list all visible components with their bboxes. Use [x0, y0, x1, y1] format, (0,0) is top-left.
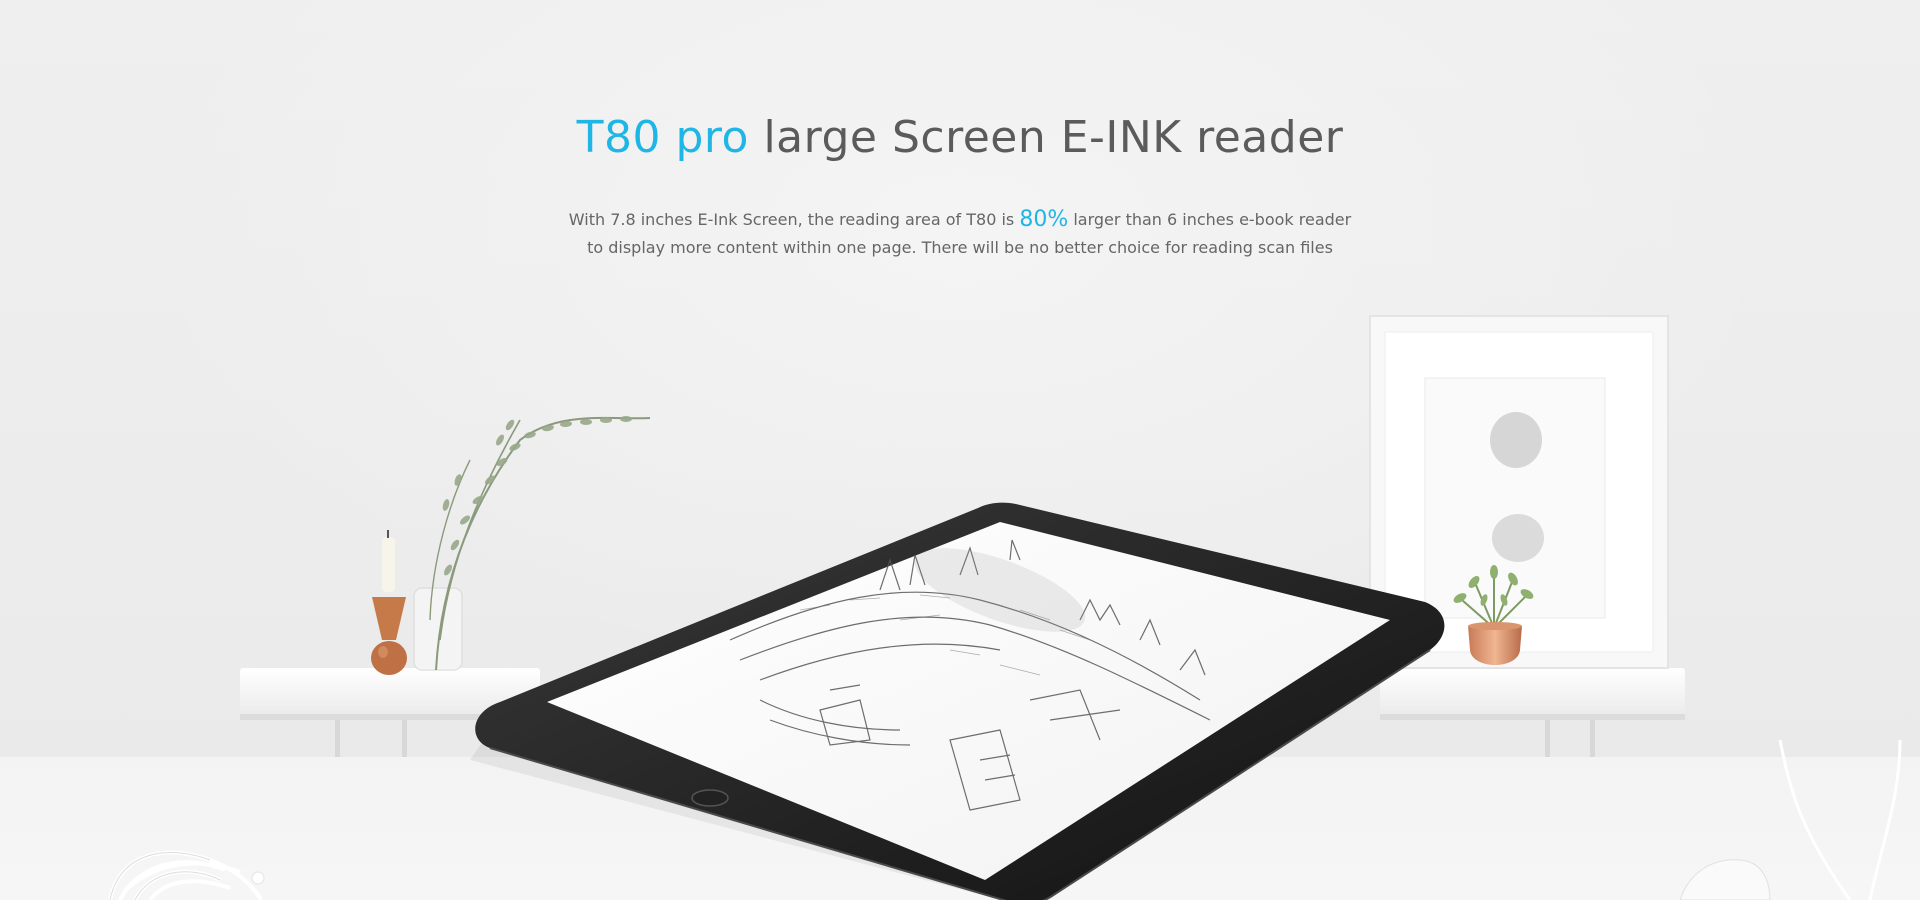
right-shelf	[1380, 668, 1685, 757]
product-illustration	[108, 315, 1902, 900]
product-hero-banner: T80 pro large Screen E-INK reader With 7…	[0, 0, 1920, 900]
home-button	[691, 789, 729, 807]
cable-bundle	[108, 850, 265, 900]
earphones	[1679, 739, 1902, 900]
plant-vase	[413, 416, 651, 671]
candle-holder	[371, 530, 407, 675]
e-reader-device	[470, 502, 1445, 900]
